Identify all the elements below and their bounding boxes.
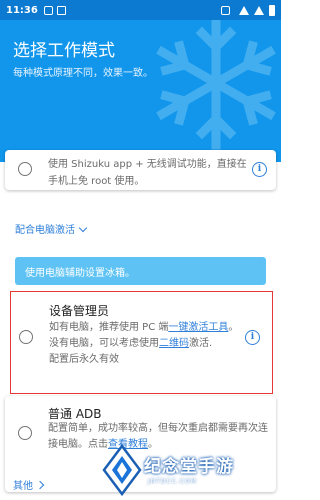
other-modes-link[interactable]: 其他 [13,477,45,492]
watermark-sub: JNTDCC.COM [148,478,197,485]
desc-text: 配置后永久有效 [49,354,119,365]
desc-text: 如有电脑，推荐使用 PC 端 [49,322,169,333]
app-notification-icon [56,5,66,15]
snowflake-icon [156,20,276,150]
shizuku-mode-card[interactable]: 使用 Shizuku app + 无线调试功能，直接在手机上免 root 使用。… [5,150,276,190]
shizuku-description: 使用 Shizuku app + 无线调试功能，直接在手机上免 root 使用。 [48,159,247,187]
chevron-right-icon [35,480,45,490]
page-header: 选择工作模式 每种模式原理不同，效果一致。 [0,20,281,162]
page-title: 选择工作模式 [13,41,115,61]
info-icon[interactable]: i [245,330,260,345]
battery-icon [269,4,275,16]
desc-text: 没有电脑，可以考虑使用 [49,338,159,349]
signal-icon [254,5,264,15]
device-admin-title: 设备管理员 [49,304,110,318]
one-click-tool-link[interactable]: 一键激活工具 [168,322,228,333]
shizuku-radio[interactable] [18,162,32,176]
notification-icon [43,5,53,15]
site-watermark: 纪念堂手游 JNTDCC.COM [100,440,281,500]
qr-code-link[interactable]: 二维码 [159,338,189,349]
status-time: 11:36 [6,4,38,16]
device-admin-mode-card[interactable]: 设备管理员 如有电脑，推荐使用 PC 端一键激活工具。 没有电脑，可以考虑使用二… [10,291,273,394]
info-icon[interactable]: i [252,162,267,177]
status-bar: 11:36 [0,0,281,20]
pc-activation-toggle[interactable]: 配合电脑激活 [15,221,88,236]
desc-text: 激活. [189,338,213,349]
device-admin-radio[interactable] [19,330,33,344]
other-modes-label: 其他 [13,481,33,492]
desc-text: 。 [228,322,239,333]
pc-activation-label: 配合电脑激活 [15,225,75,236]
pc-info-banner: 使用电脑辅助设置冰箱。 [15,257,266,285]
page-subtitle: 每种模式原理不同，效果一致。 [13,68,153,79]
chevron-down-icon [78,223,88,233]
status-indicators [221,4,275,16]
adb-title: 普通 ADB [48,407,102,421]
watermark-text: 纪念堂手游 [144,457,234,477]
device-admin-description: 如有电脑，推荐使用 PC 端一键激活工具。 没有电脑，可以考虑使用二维码激活. … [49,320,259,368]
adb-radio[interactable] [18,426,32,440]
watermark-logo-icon [102,444,142,496]
vibrate-icon [221,5,230,15]
wifi-icon [239,5,249,15]
